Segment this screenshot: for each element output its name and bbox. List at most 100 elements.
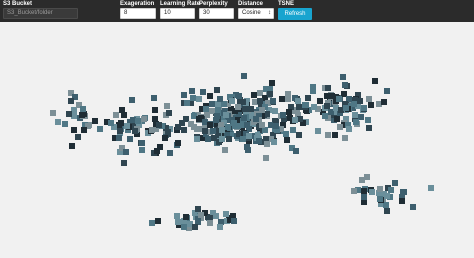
distance-select[interactable]: Cosine ↕	[238, 8, 274, 19]
image-thumbnail-point[interactable]	[292, 117, 298, 124]
image-thumbnail-point[interactable]	[360, 105, 367, 112]
image-thumbnail-point[interactable]	[65, 111, 72, 118]
image-thumbnail-point[interactable]	[302, 102, 309, 109]
image-thumbnail-point[interactable]	[376, 185, 383, 192]
perplexity-input[interactable]: 30	[199, 8, 234, 19]
image-thumbnail-point[interactable]	[358, 177, 365, 184]
image-thumbnail-point[interactable]	[214, 87, 221, 94]
image-thumbnail-point[interactable]	[234, 104, 241, 111]
image-thumbnail-point[interactable]	[117, 120, 124, 127]
image-thumbnail-point[interactable]	[182, 214, 189, 221]
image-thumbnail-point[interactable]	[200, 89, 207, 95]
image-thumbnail-point[interactable]	[361, 187, 368, 194]
image-thumbnail-point[interactable]	[228, 97, 235, 104]
image-thumbnail-point[interactable]	[383, 87, 390, 94]
image-thumbnail-point[interactable]	[325, 85, 332, 91]
image-thumbnail-point[interactable]	[127, 136, 134, 143]
image-thumbnail-point[interactable]	[189, 88, 196, 95]
image-thumbnail-point[interactable]	[325, 131, 332, 138]
image-thumbnail-point[interactable]	[250, 91, 257, 98]
image-thumbnail-point[interactable]	[331, 132, 338, 139]
image-thumbnail-point[interactable]	[294, 97, 301, 104]
image-thumbnail-point[interactable]	[252, 116, 259, 123]
image-thumbnail-point[interactable]	[213, 113, 220, 120]
image-thumbnail-point[interactable]	[269, 98, 276, 105]
image-thumbnail-point[interactable]	[164, 102, 171, 109]
image-thumbnail-point[interactable]	[180, 91, 187, 98]
image-thumbnail-point[interactable]	[79, 105, 86, 112]
image-thumbnail-point[interactable]	[112, 111, 119, 118]
image-thumbnail-point[interactable]	[365, 117, 372, 123]
image-thumbnail-point[interactable]	[266, 90, 273, 97]
image-thumbnail-point[interactable]	[70, 126, 77, 133]
image-thumbnail-point[interactable]	[383, 193, 390, 200]
image-thumbnail-point[interactable]	[131, 127, 138, 134]
image-thumbnail-point[interactable]	[173, 212, 180, 219]
image-thumbnail-point[interactable]	[222, 112, 229, 118]
learning-rate-input[interactable]: 10	[160, 8, 195, 19]
image-thumbnail-point[interactable]	[244, 122, 251, 129]
image-thumbnail-point[interactable]	[162, 135, 169, 141]
image-thumbnail-point[interactable]	[241, 72, 248, 79]
image-thumbnail-point[interactable]	[345, 125, 352, 132]
image-thumbnail-point[interactable]	[202, 128, 208, 134]
image-thumbnail-point[interactable]	[324, 103, 331, 110]
image-thumbnail-point[interactable]	[218, 126, 225, 133]
image-thumbnail-point[interactable]	[234, 123, 241, 130]
image-thumbnail-point[interactable]	[399, 198, 406, 205]
image-thumbnail-point[interactable]	[295, 131, 302, 138]
image-thumbnail-point[interactable]	[245, 132, 252, 139]
image-thumbnail-point[interactable]	[236, 93, 243, 100]
image-thumbnail-point[interactable]	[271, 108, 278, 115]
image-thumbnail-point[interactable]	[295, 103, 302, 110]
image-thumbnail-point[interactable]	[283, 137, 290, 144]
image-thumbnail-point[interactable]	[230, 217, 237, 224]
image-thumbnail-point[interactable]	[279, 95, 286, 102]
image-thumbnail-point[interactable]	[74, 133, 81, 140]
image-thumbnail-point[interactable]	[292, 148, 299, 154]
image-thumbnail-point[interactable]	[329, 93, 336, 100]
image-thumbnail-point[interactable]	[116, 128, 123, 135]
image-thumbnail-point[interactable]	[428, 185, 435, 192]
image-thumbnail-point[interactable]	[368, 188, 375, 195]
image-thumbnail-point[interactable]	[324, 92, 331, 99]
image-thumbnail-point[interactable]	[208, 100, 215, 107]
image-thumbnail-point[interactable]	[225, 136, 232, 143]
image-thumbnail-point[interactable]	[180, 224, 187, 231]
image-thumbnail-point[interactable]	[258, 106, 265, 113]
image-thumbnail-point[interactable]	[129, 96, 136, 103]
image-thumbnail-point[interactable]	[217, 96, 224, 103]
image-thumbnail-point[interactable]	[270, 138, 277, 145]
image-thumbnail-point[interactable]	[174, 124, 181, 131]
image-thumbnail-point[interactable]	[311, 103, 318, 110]
image-thumbnail-point[interactable]	[304, 94, 311, 101]
image-thumbnail-point[interactable]	[120, 111, 127, 118]
image-thumbnail-point[interactable]	[372, 77, 379, 84]
image-thumbnail-point[interactable]	[241, 115, 248, 121]
image-thumbnail-point[interactable]	[194, 205, 201, 212]
image-thumbnail-point[interactable]	[384, 207, 391, 214]
image-thumbnail-point[interactable]	[376, 195, 383, 202]
image-thumbnail-point[interactable]	[68, 98, 75, 105]
image-thumbnail-point[interactable]	[155, 121, 162, 128]
image-thumbnail-point[interactable]	[342, 82, 348, 88]
image-thumbnail-point[interactable]	[152, 107, 159, 114]
image-thumbnail-point[interactable]	[409, 203, 416, 210]
image-thumbnail-point[interactable]	[194, 136, 201, 143]
image-thumbnail-point[interactable]	[272, 123, 279, 130]
image-thumbnail-point[interactable]	[81, 126, 88, 133]
image-thumbnail-point[interactable]	[368, 102, 375, 109]
tsne-scatter-canvas[interactable]	[0, 22, 474, 258]
image-thumbnail-point[interactable]	[219, 135, 226, 142]
image-thumbnail-point[interactable]	[166, 149, 173, 156]
refresh-button[interactable]: Refresh	[278, 8, 312, 20]
image-thumbnail-point[interactable]	[120, 160, 127, 167]
image-thumbnail-point[interactable]	[340, 73, 347, 80]
image-thumbnail-point[interactable]	[151, 116, 158, 122]
image-thumbnail-point[interactable]	[198, 212, 204, 218]
image-thumbnail-point[interactable]	[280, 111, 286, 118]
image-thumbnail-point[interactable]	[284, 96, 291, 103]
image-thumbnail-point[interactable]	[245, 146, 252, 153]
image-thumbnail-point[interactable]	[263, 141, 270, 148]
image-thumbnail-point[interactable]	[54, 118, 61, 125]
